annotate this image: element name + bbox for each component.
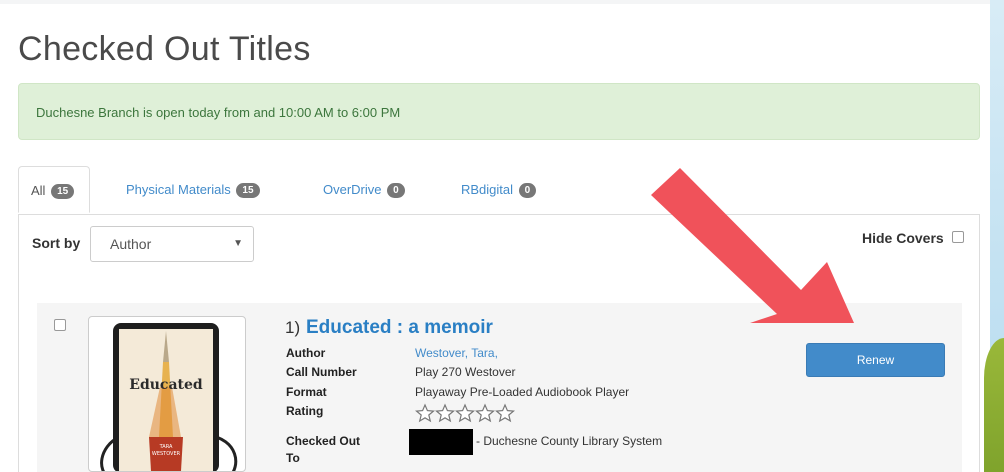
- tab-all-label: All: [31, 183, 46, 198]
- tab-rbdigital[interactable]: RBdigital 0: [461, 166, 537, 213]
- hide-covers-checkbox[interactable]: [952, 231, 964, 243]
- tab-rbdigital-label: RBdigital: [461, 182, 514, 197]
- item-title-link[interactable]: Educated : a memoir: [306, 317, 493, 339]
- checked-out-to-value: - Duchesne County Library System: [476, 434, 663, 448]
- cover-title-text: Educated: [129, 377, 203, 393]
- author-label: Author: [286, 346, 326, 360]
- audiobook-player-illustration: Educated TARA WESTOVER: [100, 323, 238, 471]
- format-tabs: All 15 Physical Materials 15 OverDrive 0…: [18, 166, 980, 215]
- format-value: Playaway Pre-Loaded Audiobook Player: [415, 385, 630, 399]
- tab-rbdigital-count-badge: 0: [518, 183, 537, 199]
- star-icon: [434, 403, 456, 423]
- star-icon: [474, 403, 496, 423]
- redacted-patron-name: [409, 429, 473, 455]
- svg-text:WESTOVER: WESTOVER: [152, 451, 181, 457]
- call-number-value: Play 270 Westover: [415, 365, 516, 379]
- tab-overdrive-count-badge: 0: [387, 183, 405, 199]
- tab-overdrive-label: OverDrive: [323, 182, 382, 197]
- rating-stars[interactable]: [415, 403, 519, 423]
- item-number: 1): [285, 318, 301, 337]
- rating-label: Rating: [286, 404, 324, 418]
- sort-by-label: Sort by: [32, 235, 81, 251]
- sort-by-select[interactable]: Author ▼: [90, 226, 254, 262]
- tab-all[interactable]: All 15: [18, 166, 91, 213]
- sort-by-selected-value: Author: [110, 236, 152, 252]
- tab-overdrive[interactable]: OverDrive 0: [323, 166, 405, 213]
- author-link[interactable]: Westover, Tara,: [415, 346, 498, 360]
- format-label: Format: [286, 385, 327, 399]
- star-icon: [454, 403, 476, 423]
- checked-out-label: Checked Out: [286, 434, 361, 448]
- dropdown-arrow-icon: ▼: [233, 238, 243, 249]
- page-title: Checked Out Titles: [18, 30, 311, 68]
- checked-out-to-label: To: [286, 451, 300, 465]
- renew-button[interactable]: Renew: [806, 343, 945, 377]
- tab-physical-materials-label: Physical Materials: [126, 182, 231, 197]
- star-icon: [415, 403, 436, 423]
- book-cover-image[interactable]: Educated TARA WESTOVER: [88, 316, 246, 472]
- svg-text:TARA: TARA: [159, 444, 173, 450]
- call-number-label: Call Number: [286, 365, 357, 379]
- item-select-checkbox[interactable]: [54, 319, 66, 331]
- tab-physical-materials-count-badge: 15: [236, 183, 260, 199]
- page-edge-hill-decoration: [984, 338, 1004, 472]
- hide-covers-label: Hide Covers: [862, 230, 944, 246]
- top-bar: [0, 0, 1004, 4]
- tab-all-count-badge: 15: [51, 184, 75, 200]
- star-icon: [494, 403, 516, 423]
- tab-physical-materials[interactable]: Physical Materials 15: [126, 166, 260, 213]
- branch-hours-alert: Duchesne Branch is open today from and 1…: [18, 83, 980, 140]
